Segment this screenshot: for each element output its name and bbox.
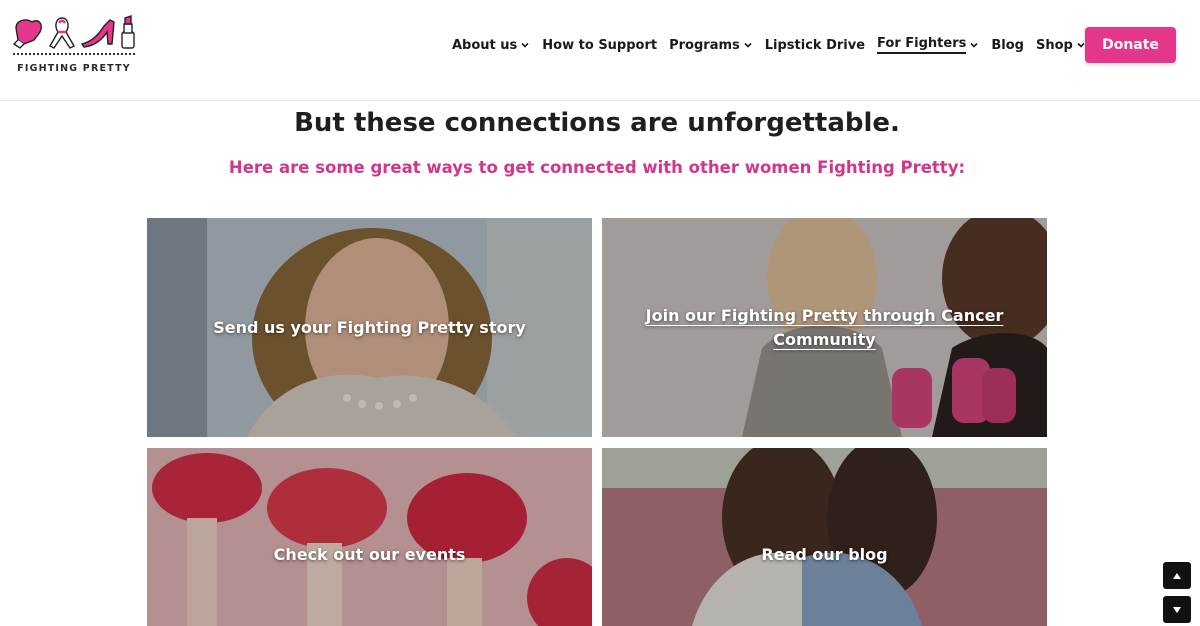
- nav-item-shop[interactable]: Shop: [1036, 38, 1086, 53]
- logo-wordmark: FIGHTING PRETTY: [17, 63, 131, 74]
- nav-item-label: How to Support: [542, 37, 658, 53]
- tile-overlay: [147, 448, 592, 626]
- ribbon-icon: [49, 17, 75, 49]
- tile-join-community[interactable]: Join our Fighting Pretty through Cancer …: [602, 218, 1047, 437]
- main-nav: About us How to Support Programs Lipstic…: [452, 36, 1112, 54]
- tile-overlay: [602, 448, 1047, 626]
- nav-item-how-to-support[interactable]: How to Support: [542, 38, 657, 53]
- logo-icons: [12, 15, 135, 49]
- tile-share-story[interactable]: Send us your Fighting Pretty story: [147, 218, 592, 437]
- nav-item-label: Blog: [991, 37, 1024, 53]
- lipstick-icon: [121, 15, 135, 49]
- nav-item-about-us[interactable]: About us: [452, 38, 530, 53]
- nav-item-label: Programs: [669, 37, 740, 53]
- chevron-down-icon: [744, 42, 752, 48]
- nav-item-for-fighters[interactable]: For Fighters: [877, 36, 979, 54]
- scroll-down-button[interactable]: [1163, 596, 1191, 623]
- site-logo[interactable]: FIGHTING PRETTY: [12, 14, 136, 76]
- page-subheading: Here are some great ways to get connecte…: [228, 158, 966, 177]
- chevron-down-icon: [521, 42, 529, 48]
- nav-item-label: About us: [452, 37, 518, 53]
- site-header: FIGHTING PRETTY About us How to Support …: [0, 0, 1200, 101]
- page-headline: But these connections are unforgettable.: [294, 108, 900, 138]
- scroll-up-button[interactable]: [1163, 562, 1191, 589]
- tile-events[interactable]: Check out our events: [147, 448, 592, 626]
- nav-item-label: Shop: [1035, 37, 1073, 53]
- arrow-up-icon: [1173, 572, 1181, 579]
- nav-item-programs[interactable]: Programs: [669, 38, 753, 53]
- boxing-glove-icon: [12, 19, 42, 49]
- nav-item-label: Lipstick Drive: [764, 37, 866, 53]
- arrow-down-icon: [1173, 606, 1181, 613]
- logo-divider: [13, 53, 135, 55]
- donate-button[interactable]: Donate: [1085, 27, 1176, 63]
- nav-item-blog[interactable]: Blog: [991, 38, 1024, 53]
- tile-caption[interactable]: Read our blog: [602, 543, 1047, 567]
- nav-item-label: For Fighters: [877, 36, 967, 54]
- tile-caption[interactable]: Send us your Fighting Pretty story: [147, 316, 592, 340]
- tile-caption-link[interactable]: Join our Fighting Pretty through Cancer …: [602, 304, 1047, 352]
- tile-caption[interactable]: Check out our events: [147, 543, 592, 567]
- tile-blog[interactable]: Read our blog: [602, 448, 1047, 626]
- high-heel-icon: [80, 19, 115, 48]
- chevron-down-icon: [970, 42, 978, 48]
- nav-item-lipstick-drive[interactable]: Lipstick Drive: [765, 38, 865, 53]
